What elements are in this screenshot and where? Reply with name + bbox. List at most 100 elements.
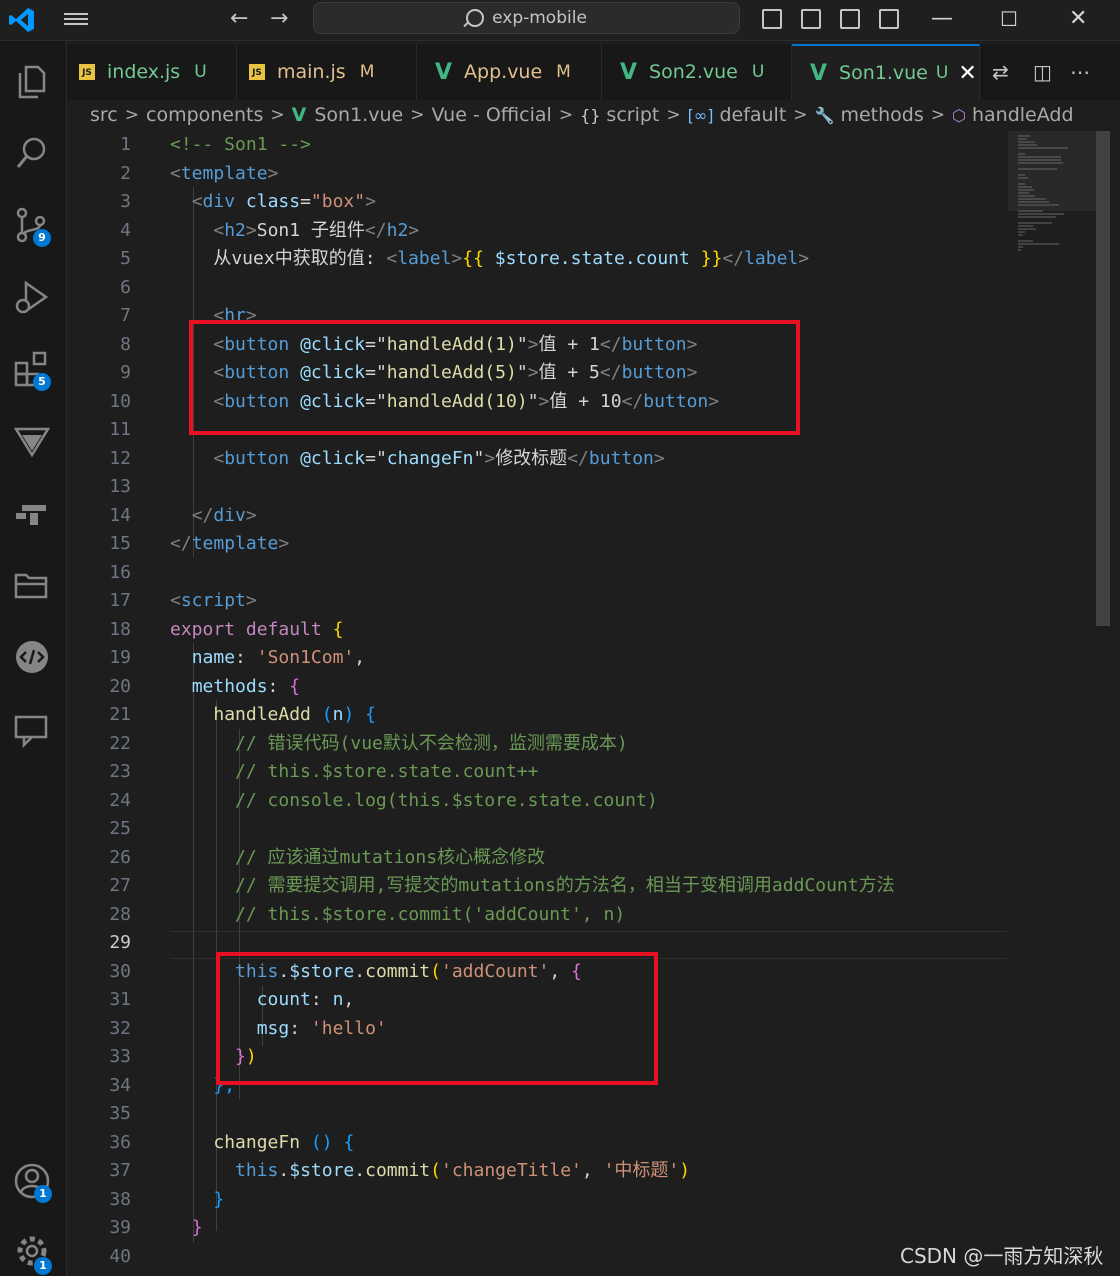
code-line[interactable]: 38 } bbox=[67, 1186, 1007, 1214]
code-line[interactable]: 3 <div class="box"> bbox=[67, 188, 1007, 216]
toggle-primary-sidebar-icon[interactable] bbox=[762, 9, 782, 29]
code-line[interactable]: 16 bbox=[67, 559, 1007, 587]
code-line[interactable]: 5 从vuex中获取的值: <label>{{ $store.state.cou… bbox=[67, 245, 1007, 273]
breadcrumb-item[interactable]: Son1.vue bbox=[314, 104, 403, 126]
minimap[interactable] bbox=[1008, 131, 1096, 1276]
code-line[interactable]: 15 </template> bbox=[67, 530, 1007, 558]
line-number: 18 bbox=[109, 618, 131, 640]
tab-main-js[interactable]: JS main.js M bbox=[237, 44, 417, 100]
code-text: <template> bbox=[170, 160, 278, 188]
vscode-logo-icon bbox=[9, 8, 34, 32]
line-number: 33 bbox=[109, 1046, 131, 1067]
code-line[interactable]: 21 handleAdd (n) { bbox=[67, 701, 1007, 729]
code-line[interactable]: 24 // console.log(this.$store.state.coun… bbox=[67, 787, 1007, 815]
forward-arrow-icon[interactable]: → bbox=[270, 6, 288, 32]
menu-icon[interactable] bbox=[62, 10, 90, 30]
breadcrumb-item[interactable]: Vue - Official bbox=[431, 104, 551, 126]
code-token: 修改标题 bbox=[495, 447, 568, 469]
breadcrumb-item[interactable]: src bbox=[90, 104, 118, 126]
code-line[interactable]: 37 this.$store.commit('changeTitle', '中标… bbox=[67, 1157, 1007, 1185]
code-token: commit bbox=[365, 1160, 431, 1181]
remote-explorer-icon[interactable] bbox=[12, 493, 52, 533]
code-line[interactable]: 18 export default { bbox=[67, 616, 1007, 644]
more-actions-icon[interactable]: ⋯ bbox=[1070, 44, 1090, 100]
code-line[interactable]: 4 <h2>Son1 子组件</h2> bbox=[67, 217, 1007, 245]
tab-index-js[interactable]: JS index.js U bbox=[67, 44, 237, 100]
compare-changes-icon[interactable]: ⇄ bbox=[992, 44, 1009, 100]
toggle-panel-icon[interactable] bbox=[801, 9, 821, 29]
tab-status: M bbox=[556, 62, 571, 82]
code-line[interactable]: 14 </div> bbox=[67, 502, 1007, 530]
back-arrow-icon[interactable]: ← bbox=[230, 6, 248, 32]
code-line[interactable]: 17 <script> bbox=[67, 587, 1007, 615]
tab-son2-vue[interactable]: V Son2.vue U bbox=[602, 44, 792, 100]
code-line[interactable]: 20 methods: { bbox=[67, 673, 1007, 701]
line-number: 28 bbox=[109, 903, 131, 925]
code-chat-icon[interactable] bbox=[12, 637, 52, 677]
highlight-box-buttons bbox=[189, 320, 800, 435]
code-text: <div class="box"> bbox=[170, 188, 376, 216]
tab-label: Son1.vue bbox=[839, 62, 928, 84]
customize-layout-icon[interactable] bbox=[879, 9, 899, 29]
code-line[interactable]: 36 changeFn () { bbox=[67, 1129, 1007, 1157]
run-debug-icon[interactable] bbox=[12, 277, 52, 317]
code-token: button bbox=[588, 447, 654, 469]
code-line[interactable]: 23 // this.$store.state.count++ bbox=[67, 758, 1007, 786]
code-editor[interactable]: 1 <!-- Son1 --> 2 <template> 3 <div class="b… bbox=[67, 131, 1007, 1276]
code-line[interactable]: 28 // this.$store.commit('addCount', n) bbox=[67, 901, 1007, 929]
settings-badge: 1 bbox=[34, 1257, 52, 1275]
code-line[interactable]: 25 bbox=[67, 815, 1007, 843]
line-number: 4 bbox=[120, 219, 131, 241]
line-number: 17 bbox=[109, 590, 131, 611]
code-line[interactable]: 26 // 应该通过mutations核心概念修改 bbox=[67, 844, 1007, 872]
tab-app-vue[interactable]: V App.vue M bbox=[417, 44, 602, 100]
breadcrumb-item[interactable]: components bbox=[146, 104, 263, 126]
comments-icon[interactable] bbox=[12, 709, 52, 749]
minimize-icon[interactable]: — bbox=[931, 6, 953, 32]
code-line[interactable]: 1 <!-- Son1 --> bbox=[67, 131, 1007, 159]
code-token: > bbox=[653, 447, 665, 469]
code-line[interactable]: 13 bbox=[67, 473, 1007, 501]
code-text: handleAdd (n) { bbox=[170, 701, 376, 729]
code-line[interactable]: 40 bbox=[67, 1243, 1007, 1271]
code-line[interactable]: 27 // 需要提交调用,写提交的mutations的方法名，相当于变相调用ad… bbox=[67, 872, 1007, 900]
tab-status: U bbox=[194, 62, 207, 82]
toggle-secondary-sidebar-icon[interactable] bbox=[840, 9, 860, 29]
explorer-icon[interactable] bbox=[12, 61, 52, 101]
code-line[interactable]: 19 name: 'Son1Com', bbox=[67, 644, 1007, 672]
code-line[interactable]: 6 bbox=[67, 274, 1007, 302]
maximize-icon[interactable]: ☐ bbox=[1000, 6, 1018, 32]
minimap-slider[interactable] bbox=[1008, 131, 1096, 211]
close-window-icon[interactable]: ✕ bbox=[1069, 6, 1087, 32]
folder-icon[interactable] bbox=[12, 565, 52, 605]
code-line[interactable]: 22 // 错误代码(vue默认不会检测，监测需要成本) bbox=[67, 730, 1007, 758]
code-line[interactable]: 2 <template> bbox=[67, 160, 1007, 188]
code-text: // 需要提交调用,写提交的mutations的方法名，相当于变相调用addCo… bbox=[170, 872, 895, 900]
command-center-search[interactable]: exp-mobile bbox=[313, 2, 740, 34]
code-token: 'Son1Com' bbox=[256, 647, 355, 668]
line-number: 25 bbox=[109, 818, 131, 839]
tab-son1-vue[interactable]: V Son1.vue U ✕ bbox=[792, 44, 980, 100]
code-line[interactable]: 35 bbox=[67, 1100, 1007, 1128]
line-number: 23 bbox=[109, 761, 131, 782]
code-token: // this.$store.commit('addCount', n) bbox=[170, 903, 626, 925]
code-line[interactable]: 12 <button @click="changeFn">修改标题</butto… bbox=[67, 445, 1007, 473]
breadcrumb-item[interactable]: handleAdd bbox=[972, 104, 1074, 126]
minimap-line bbox=[1018, 216, 1056, 218]
testing-icon[interactable] bbox=[12, 421, 52, 461]
breadcrumb-item[interactable]: default bbox=[719, 104, 786, 126]
breadcrumb-item[interactable]: methods bbox=[840, 104, 923, 126]
breadcrumb-item[interactable]: script bbox=[606, 104, 659, 126]
search-icon[interactable] bbox=[12, 133, 52, 173]
split-editor-icon[interactable]: ◫ bbox=[1033, 44, 1052, 100]
code-token: button bbox=[224, 447, 290, 469]
scrollbar-thumb[interactable] bbox=[1096, 131, 1110, 626]
code-token: }} bbox=[700, 248, 723, 269]
close-tab-icon[interactable]: ✕ bbox=[958, 61, 976, 86]
code-line[interactable]: 39 } bbox=[67, 1214, 1007, 1242]
